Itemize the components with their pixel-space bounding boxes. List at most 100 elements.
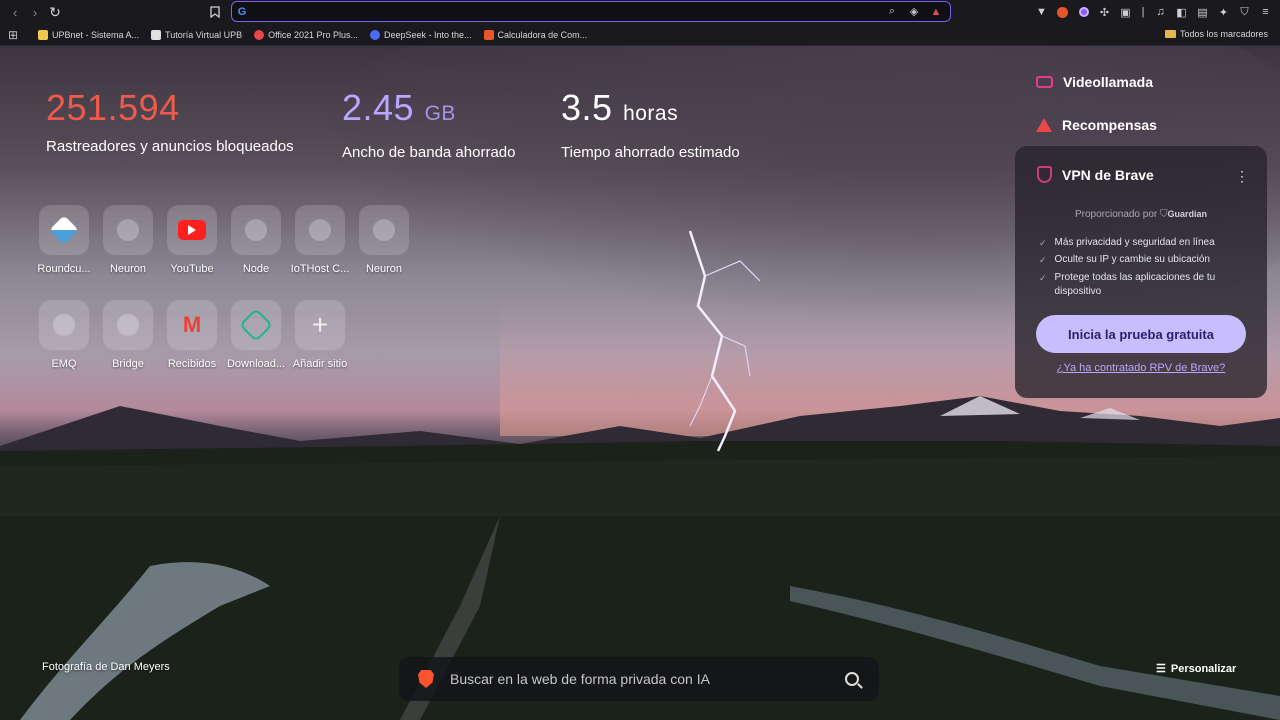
feature-text: Más privacidad y seguridad en línea (1054, 237, 1215, 248)
all-bookmarks-label: Todos los marcadores (1179, 29, 1268, 39)
extension-orange-icon[interactable] (1054, 4, 1071, 21)
provider-name: Guardian (1167, 209, 1208, 219)
brave-rewards-icon[interactable]: ▲ (928, 6, 944, 18)
favicon (483, 29, 494, 40)
top-site-name: YouTube (170, 263, 214, 275)
bandwidth-stat: 2.45 GB Ancho de banda ahorrado (342, 86, 515, 161)
reload-button[interactable]: ↻ (45, 2, 65, 22)
sidebar-icon[interactable]: ◧ (1173, 4, 1190, 21)
search-box[interactable]: Buscar en la web de forma privada con IA (399, 657, 879, 701)
bookmark-item[interactable]: UPBnet - Sistema A... (38, 29, 139, 40)
check-icon: ✓ (1039, 255, 1047, 265)
rewards-triangle-icon (1036, 118, 1052, 132)
google-icon: G (237, 5, 247, 18)
bookmarks-bar: ⊞ UPBnet - Sistema A... Tutoría Virtual … (0, 24, 1280, 46)
top-site-tile[interactable]: Download... (226, 300, 286, 370)
more-options-icon[interactable]: ⋮ (1235, 168, 1249, 185)
time-stat: 3.5 horas Tiempo ahorrado estimado (561, 86, 740, 161)
globe-icon (103, 205, 153, 255)
top-site-tile[interactable]: Roundcu... (34, 205, 94, 275)
vpn-feature: ✓ Más privacidad y seguridad en línea (1039, 236, 1249, 250)
bookmark-label: DeepSeek - Into the... (383, 29, 472, 40)
download-icon (231, 300, 281, 350)
wallet-icon[interactable]: ▤ (1194, 4, 1211, 21)
vpn-shield-icon[interactable]: ⛉ (1236, 4, 1253, 21)
photo-credit[interactable]: Fotografía de Dan Meyers (42, 661, 170, 673)
globe-icon (39, 300, 89, 350)
top-site-name: Neuron (109, 263, 147, 275)
brave-shields-icon[interactable]: ◈ (906, 5, 922, 18)
menu-icon[interactable]: ≡ (1257, 4, 1274, 21)
top-site-tile[interactable]: Bridge (98, 300, 158, 370)
favicon (151, 29, 162, 40)
globe-icon (103, 300, 153, 350)
time-label: Tiempo ahorrado estimado (561, 144, 740, 161)
trackers-count: 251.594 (46, 87, 180, 128)
top-site-name: Roundcu... (37, 263, 91, 275)
roundcube-icon (39, 205, 89, 255)
top-site-tile[interactable]: Neuron (98, 205, 158, 275)
top-site-tile[interactable]: IoTHost C... (290, 205, 350, 275)
provided-by-text: Proporcionado por (1074, 209, 1158, 220)
feature-text: Oculte su IP y cambie su ubicación (1054, 254, 1210, 265)
leo-filter-icon[interactable]: ▼ (1033, 4, 1050, 21)
videocall-link[interactable]: Videollamada (1036, 74, 1153, 90)
brave-logo-icon (418, 670, 434, 688)
extensions-puzzle-icon[interactable]: ✣ (1096, 4, 1113, 21)
bookmark-page-button[interactable] (206, 3, 224, 21)
videocall-label: Videollamada (1063, 74, 1154, 90)
youtube-icon (167, 205, 217, 255)
add-site-button[interactable]: + Añadir sitio (290, 300, 350, 370)
bookmark-item[interactable]: DeepSeek - Into the... (369, 29, 472, 40)
apps-grid-icon[interactable]: ⊞ (0, 28, 26, 42)
vpn-title: VPN de Brave (1062, 166, 1154, 183)
top-site-name: EMQ (51, 358, 77, 370)
bookmark-icon (210, 6, 220, 18)
media-icon[interactable]: ♫ (1152, 4, 1169, 21)
top-site-tile[interactable]: EMQ (34, 300, 94, 370)
extension-purple-icon[interactable] (1075, 4, 1092, 21)
url-input[interactable] (252, 2, 884, 21)
vpn-shield-icon (1037, 166, 1052, 183)
top-site-tile[interactable]: Neuron (354, 205, 414, 275)
check-icon: ✓ (1039, 273, 1047, 283)
back-button[interactable]: ‹ (5, 2, 25, 22)
customize-button[interactable]: ☰ Personalizar (1156, 662, 1236, 676)
plus-icon: + (295, 300, 345, 350)
leo-ai-icon[interactable]: ✦ (1215, 4, 1232, 21)
address-bar[interactable]: G ⌕ ◈ ▲ (231, 1, 951, 22)
top-site-name: IoTHost C... (290, 263, 350, 275)
forward-button[interactable]: › (25, 2, 45, 22)
guardian-shield-icon: ⛉ (1160, 209, 1168, 220)
trackers-stat: 251.594 Rastreadores y anuncios bloquead… (46, 86, 294, 155)
top-site-name: Neuron (365, 263, 403, 275)
top-site-tile[interactable]: M Recibidos (162, 300, 222, 370)
globe-icon (231, 205, 281, 255)
rewards-label: Recompensas (1062, 117, 1157, 133)
video-camera-icon (1036, 76, 1053, 88)
trackers-label: Rastreadores y anuncios bloqueados (46, 138, 294, 155)
search-icon[interactable] (845, 672, 859, 686)
time-unit: horas (623, 102, 679, 125)
globe-icon (295, 205, 345, 255)
bookmark-item[interactable]: Tutoría Virtual UPB (151, 29, 242, 40)
bookmark-item[interactable]: Office 2021 Pro Plus... (254, 29, 358, 40)
globe-icon (359, 205, 409, 255)
bookmark-label: Office 2021 Pro Plus... (268, 29, 358, 40)
bookmark-item[interactable]: Calculadora de Com... (483, 29, 587, 40)
gmail-icon: M (167, 300, 217, 350)
top-site-tile[interactable]: Node (226, 205, 286, 275)
zoom-icon[interactable]: ⌕ (884, 5, 900, 18)
all-bookmarks-folder[interactable]: Todos los marcadores (1164, 29, 1268, 39)
browser-toolbar: ‹ › ↻ G ⌕ ◈ ▲ ▼ ✣ ▣ | ♫ ◧ ▤ ✦ ⛉ ≡ (0, 0, 1280, 24)
folder-icon (1164, 30, 1176, 38)
top-site-tile[interactable]: YouTube (162, 205, 222, 275)
extensions-area: ▼ ✣ ▣ | ♫ ◧ ▤ ✦ ⛉ ≡ (1033, 3, 1274, 21)
vpn-feature: ✓ Oculte su IP y cambie su ubicación (1039, 253, 1249, 267)
rewards-link[interactable]: Recompensas (1036, 117, 1157, 133)
already-purchased-link[interactable]: ¿Ya ha contratado RPV de Brave? (1015, 362, 1267, 374)
start-trial-button[interactable]: Inicia la prueba gratuita (1036, 315, 1246, 353)
top-site-name: Bridge (112, 358, 144, 370)
check-icon: ✓ (1039, 238, 1047, 248)
tab-icon[interactable]: ▣ (1117, 4, 1134, 21)
